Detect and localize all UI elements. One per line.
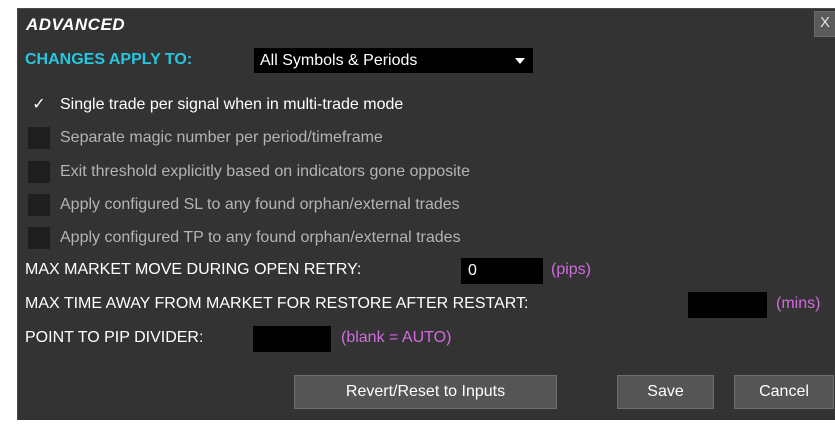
cancel-button[interactable]: Cancel xyxy=(734,375,834,409)
checkbox-apply-sl[interactable] xyxy=(28,194,50,216)
max-time-away-label: MAX TIME AWAY FROM MARKET FOR RESTORE AF… xyxy=(25,295,529,312)
checkbox-separate-magic[interactable] xyxy=(28,127,50,149)
checkbox-exit-threshold[interactable] xyxy=(28,161,50,183)
max-market-move-label: MAX MARKET MOVE DURING OPEN RETRY: xyxy=(25,261,362,278)
pip-divider-label: POINT TO PIP DIVIDER: xyxy=(25,329,204,346)
max-time-away-unit: (mins) xyxy=(776,295,821,312)
option-label: Exit threshold explicitly based on indic… xyxy=(60,163,471,180)
max-time-away-input[interactable] xyxy=(688,292,767,318)
changes-apply-value: All Symbols & Periods xyxy=(260,52,418,69)
option-label: Apply configured SL to any found orphan/… xyxy=(60,196,460,213)
checkbox-single-trade[interactable]: ✓ xyxy=(28,94,50,116)
pip-divider-input[interactable] xyxy=(253,326,331,352)
max-market-move-input[interactable]: 0 xyxy=(461,258,543,284)
changes-apply-dropdown[interactable]: All Symbols & Periods xyxy=(254,48,533,73)
option-label: Apply configured TP to any found orphan/… xyxy=(60,229,461,246)
chevron-down-icon xyxy=(515,58,525,64)
close-button[interactable]: X xyxy=(814,11,835,37)
save-button[interactable]: Save xyxy=(617,375,714,409)
changes-apply-label: CHANGES APPLY TO: xyxy=(25,51,193,68)
revert-reset-button[interactable]: Revert/Reset to Inputs xyxy=(294,375,557,409)
pip-divider-unit: (blank = AUTO) xyxy=(341,329,452,346)
advanced-settings-dialog: ADVANCED X CHANGES APPLY TO: All Symbols… xyxy=(17,8,835,421)
option-label: Single trade per signal when in multi-tr… xyxy=(60,96,404,113)
background-strip xyxy=(17,420,835,428)
dialog-title: ADVANCED xyxy=(26,15,126,34)
checkbox-apply-tp[interactable] xyxy=(28,227,50,249)
max-market-move-unit: (pips) xyxy=(551,261,592,278)
option-label: Separate magic number per period/timefra… xyxy=(60,129,383,146)
